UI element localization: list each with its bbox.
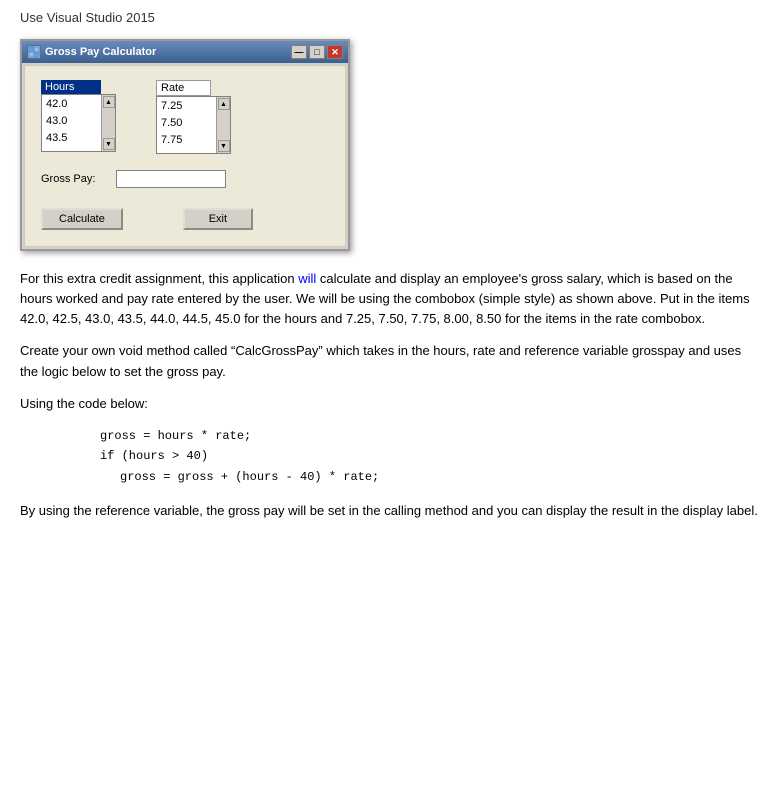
rate-label: Rate [156, 80, 211, 96]
highlight-will: will [298, 271, 316, 286]
hours-item-0[interactable]: 42.0 [44, 96, 99, 113]
hours-label: Hours [41, 80, 101, 94]
rate-combobox[interactable]: 7.25 7.50 7.75 ▲ ▼ [156, 96, 231, 154]
description-para4: By using the reference variable, the gro… [20, 501, 759, 521]
calculate-button[interactable]: Calculate [41, 208, 123, 230]
rate-scrollbar[interactable]: ▲ ▼ [216, 97, 230, 153]
buttons-row: Calculate Exit [41, 208, 329, 230]
hours-list-items: 42.0 43.0 43.5 [42, 95, 101, 151]
rate-item-2[interactable]: 7.75 [159, 132, 214, 149]
gross-pay-display [116, 170, 226, 188]
combos-row: Hours 42.0 43.0 43.5 ▲ ▼ [41, 80, 329, 154]
hours-item-2[interactable]: 43.5 [44, 130, 99, 147]
window-title: Gross Pay Calculator [45, 46, 156, 58]
rate-combo-group: Rate 7.25 7.50 7.75 ▲ ▼ [156, 80, 231, 154]
hours-scroll-down[interactable]: ▼ [103, 138, 115, 150]
title-buttons: — □ ✕ [291, 45, 343, 59]
rate-item-0[interactable]: 7.25 [159, 98, 214, 115]
hours-scrollbar[interactable]: ▲ ▼ [101, 95, 115, 151]
code-line-3: gross = gross + (hours - 40) * rate; [100, 467, 759, 487]
rate-scroll-up[interactable]: ▲ [218, 98, 230, 110]
hours-scroll-up[interactable]: ▲ [103, 96, 115, 108]
hours-combo-group: Hours 42.0 43.0 43.5 ▲ ▼ [41, 80, 116, 154]
description-para2: Create your own void method called “Calc… [20, 341, 759, 381]
description-para3: Using the code below: [20, 394, 759, 414]
window-frame: Gross Pay Calculator — □ ✕ Hours 42.0 43… [20, 39, 350, 251]
rate-scroll-down[interactable]: ▼ [218, 140, 230, 152]
window-icon [27, 45, 41, 59]
gross-pay-row: Gross Pay: [41, 170, 329, 188]
rate-list-items: 7.25 7.50 7.75 [157, 97, 216, 153]
code-line-2: if (hours > 40) [100, 446, 759, 466]
hours-item-1[interactable]: 43.0 [44, 113, 99, 130]
exit-button[interactable]: Exit [183, 208, 253, 230]
description-section: For this extra credit assignment, this a… [20, 269, 759, 521]
rate-item-1[interactable]: 7.50 [159, 115, 214, 132]
description-para1: For this extra credit assignment, this a… [20, 269, 759, 329]
code-line-1: gross = hours * rate; [100, 426, 759, 446]
window-body: Hours 42.0 43.0 43.5 ▲ ▼ [24, 65, 346, 247]
gross-pay-label: Gross Pay: [41, 173, 106, 185]
title-bar-left: Gross Pay Calculator [27, 45, 156, 59]
calculator-window: Gross Pay Calculator — □ ✕ Hours 42.0 43… [20, 39, 350, 251]
code-block: gross = hours * rate; if (hours > 40) gr… [100, 426, 759, 487]
title-bar: Gross Pay Calculator — □ ✕ [22, 41, 348, 63]
close-button[interactable]: ✕ [327, 45, 343, 59]
hours-combobox[interactable]: 42.0 43.0 43.5 ▲ ▼ [41, 94, 116, 152]
restore-button[interactable]: □ [309, 45, 325, 59]
page-title: Use Visual Studio 2015 [20, 10, 759, 25]
minimize-button[interactable]: — [291, 45, 307, 59]
